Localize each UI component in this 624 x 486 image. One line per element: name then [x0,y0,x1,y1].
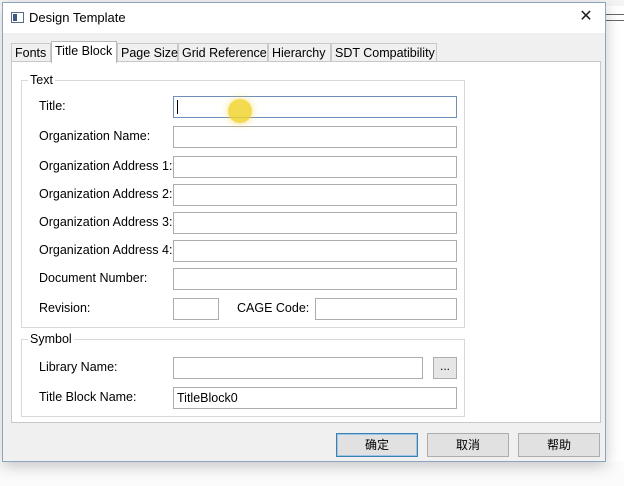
tab-grid-reference[interactable]: Grid Reference [178,43,268,62]
background-page [0,462,624,486]
library-name-label: Library Name: [39,360,118,374]
symbol-group-label: Symbol [28,332,74,346]
window-title: Design Template [29,10,126,25]
browse-library-button[interactable]: ... [433,357,457,379]
help-button[interactable]: 帮助 [518,433,600,457]
organization-name-label: Organization Name: [39,129,151,143]
tab-page-size[interactable]: Page Size [117,43,178,62]
org-address-1-label: Organization Address 1: [39,159,173,173]
cancel-button[interactable]: 取消 [427,433,509,457]
tab-title-block[interactable]: Title Block [51,41,117,63]
document-number-field[interactable] [173,268,457,290]
revision-field[interactable] [173,298,219,320]
tab-sdt-compatibility[interactable]: SDT Compatibility [331,43,437,62]
document-number-label: Document Number: [39,271,148,285]
design-template-dialog: Design Template ✕ Fonts Title Block Page… [2,2,606,462]
background-line [606,14,624,15]
tab-hierarchy[interactable]: Hierarchy [268,43,331,62]
title-block-page: Text Title: Organization Name: Organizat… [11,61,601,423]
cage-code-field[interactable] [315,298,457,320]
title-bar: Design Template ✕ [3,3,605,33]
org-address-3-label: Organization Address 3: [39,215,173,229]
org-address-1-field[interactable] [173,156,457,178]
org-address-2-field[interactable] [173,184,457,206]
window-icon [11,12,24,23]
text-group: Text Title: Organization Name: Organizat… [21,73,465,328]
revision-label: Revision: [39,301,91,315]
org-address-2-label: Organization Address 2: [39,187,173,201]
library-name-field[interactable] [173,357,423,379]
background-line [606,20,624,21]
title-label: Title: [39,99,66,113]
org-address-4-label: Organization Address 4: [39,243,173,257]
ok-button[interactable]: 确定 [336,433,418,457]
title-field[interactable] [173,96,457,118]
symbol-group: Symbol Library Name: ... Title Block Nam… [21,332,465,417]
organization-name-field[interactable] [173,126,457,148]
tab-fonts[interactable]: Fonts [11,43,51,62]
cage-code-label: CAGE Code: [237,301,310,315]
text-caret [177,100,178,114]
close-icon[interactable]: ✕ [573,5,599,29]
text-group-label: Text [28,73,55,87]
title-block-name-label: Title Block Name: [39,390,137,404]
title-block-name-field[interactable]: TitleBlock0 [173,387,457,409]
org-address-3-field[interactable] [173,212,457,234]
org-address-4-field[interactable] [173,240,457,262]
